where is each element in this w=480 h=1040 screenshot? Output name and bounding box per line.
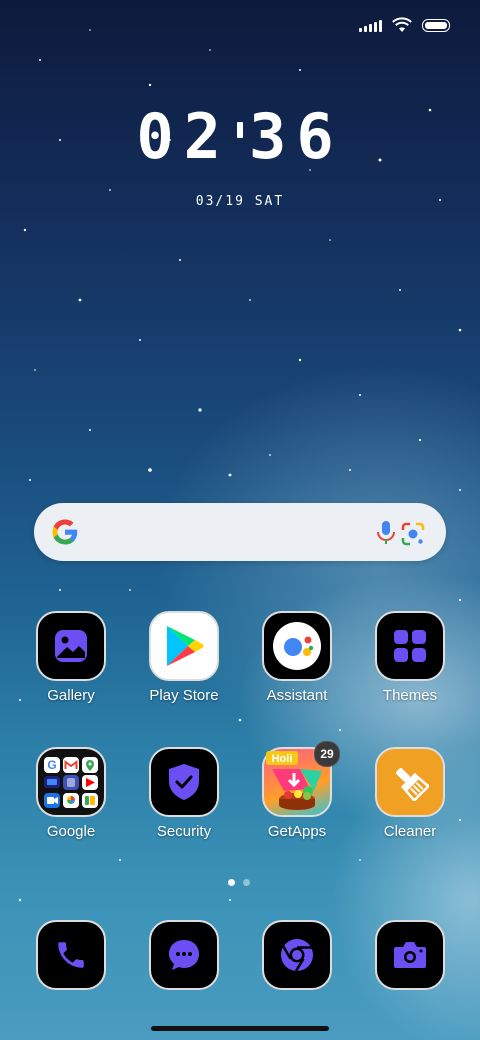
app-label: Themes <box>382 687 438 704</box>
app-label: Gallery <box>47 687 95 704</box>
camera-icon <box>375 920 445 990</box>
phone-icon <box>36 920 106 990</box>
app-label: Assistant <box>266 687 328 704</box>
lock-clock[interactable]: 02 36 <box>0 100 480 173</box>
lens-icon[interactable] <box>400 521 426 547</box>
google-folder-icon: G <box>36 747 106 817</box>
app-cleaner[interactable]: Cleaner <box>360 747 460 840</box>
play-store-icon <box>149 611 219 681</box>
assistant-icon <box>262 611 332 681</box>
getapps-icon: Holi 29 <box>262 741 340 817</box>
svg-text:G: G <box>47 758 56 772</box>
app-play-store[interactable]: Play Store <box>134 611 234 704</box>
cleaner-icon <box>375 747 445 817</box>
app-label: GetApps <box>267 823 327 840</box>
app-label: Security <box>156 823 212 840</box>
app-label: Cleaner <box>383 823 437 840</box>
clock-separator <box>237 121 243 138</box>
wifi-icon <box>392 17 412 32</box>
app-label: Play Store <box>149 687 219 704</box>
dock-messages[interactable] <box>134 920 234 990</box>
getapps-banner: Holi <box>272 753 293 765</box>
messages-icon <box>149 920 219 990</box>
signal-icon <box>359 18 382 32</box>
notification-badge: 29 <box>314 741 340 767</box>
clock-minutes: 36 <box>249 100 344 173</box>
page-dot-active[interactable] <box>228 879 235 886</box>
gallery-icon <box>36 611 106 681</box>
app-folder-google[interactable]: G Google <box>21 747 121 840</box>
dock-camera[interactable] <box>360 920 460 990</box>
app-label: Google <box>46 823 96 840</box>
app-security[interactable]: Security <box>134 747 234 840</box>
clock-hours: 02 <box>136 100 231 173</box>
page-dot[interactable] <box>243 879 250 886</box>
dock-phone[interactable] <box>21 920 121 990</box>
app-assistant[interactable]: Assistant <box>247 611 347 704</box>
security-icon <box>149 747 219 817</box>
status-bar <box>359 14 450 36</box>
mic-icon[interactable] <box>374 520 398 546</box>
app-getapps[interactable]: Holi 29 GetApps <box>247 741 347 840</box>
google-g-icon <box>52 519 78 545</box>
themes-icon <box>375 611 445 681</box>
page-indicator[interactable] <box>228 879 250 886</box>
chrome-icon <box>262 920 332 990</box>
gesture-navigation-bar[interactable] <box>151 1026 329 1031</box>
app-themes[interactable]: Themes <box>360 611 460 704</box>
google-search-bar[interactable] <box>34 503 446 561</box>
clock-date: 03/19 SAT <box>195 194 285 209</box>
battery-icon <box>422 18 450 32</box>
app-gallery[interactable]: Gallery <box>21 611 121 704</box>
dock-chrome[interactable] <box>247 920 347 990</box>
